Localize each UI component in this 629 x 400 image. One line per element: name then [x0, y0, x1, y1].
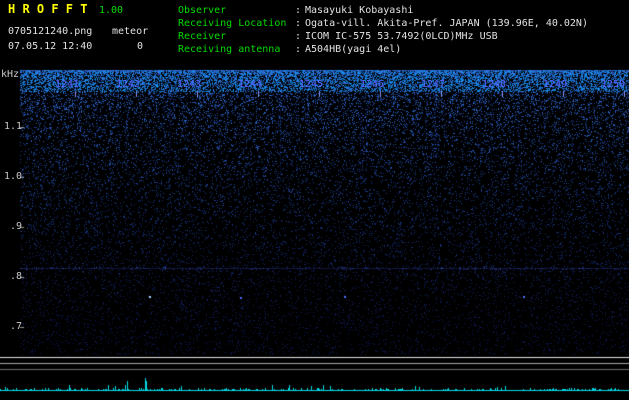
- info-value-receiver: ICOM IC-575 53.7492(0LCD)MHz USB: [305, 31, 498, 42]
- time-label-1244: 1244: [238, 79, 263, 90]
- info-label-observer: Observer: [178, 5, 227, 16]
- app-title: H R O F F T: [8, 2, 88, 16]
- freq-label-.8: .8: [10, 271, 23, 282]
- time-label-1246: 1246: [360, 79, 385, 90]
- info-label-location: Receiving Location: [178, 18, 287, 29]
- info-value-antenna: A504HB(yagi 4el): [305, 44, 402, 55]
- info-colon: :: [295, 31, 302, 42]
- time-label-1249: 1249: [543, 79, 568, 90]
- mode-label: meteor: [112, 26, 149, 37]
- freq-label-.7: .7: [10, 321, 23, 332]
- time-label-1248: 1248: [482, 79, 507, 90]
- info-colon: :: [295, 44, 302, 55]
- info-colon: :: [295, 18, 302, 29]
- meteor-count: 0: [137, 41, 144, 52]
- freq-label-1.0: 1.0: [4, 171, 23, 182]
- time-label-1241: 1241: [55, 79, 80, 90]
- output-filename: 0705121240.png: [8, 26, 93, 37]
- hrofft-output: H R O F F T 1.00 0705121240.png meteor 0…: [0, 0, 629, 400]
- spectrogram-canvas: [0, 0, 629, 400]
- time-label-1242: 1242: [116, 79, 141, 90]
- time-label-1247: 1247: [421, 79, 446, 90]
- time-label-1250: 1250: [601, 79, 626, 90]
- time-label-1243: 1243: [177, 79, 202, 90]
- freq-label-1.1: 1.1: [4, 121, 23, 132]
- timestamp: 07.05.12 12:40: [8, 41, 93, 52]
- info-value-location: Ogata-vill. Akita-Pref. JAPAN (139.96E, …: [305, 18, 588, 29]
- info-label-antenna: Receiving antenna: [178, 44, 281, 55]
- info-label-receiver: Receiver: [178, 31, 227, 42]
- freq-label-.9: .9: [10, 221, 23, 232]
- time-label-1245: 1245: [299, 79, 324, 90]
- info-value-observer: Masayuki Kobayashi: [305, 5, 414, 16]
- app-version: 1.00: [99, 5, 124, 16]
- info-colon: :: [295, 5, 302, 16]
- freq-label-kHz: kHz: [1, 69, 20, 80]
